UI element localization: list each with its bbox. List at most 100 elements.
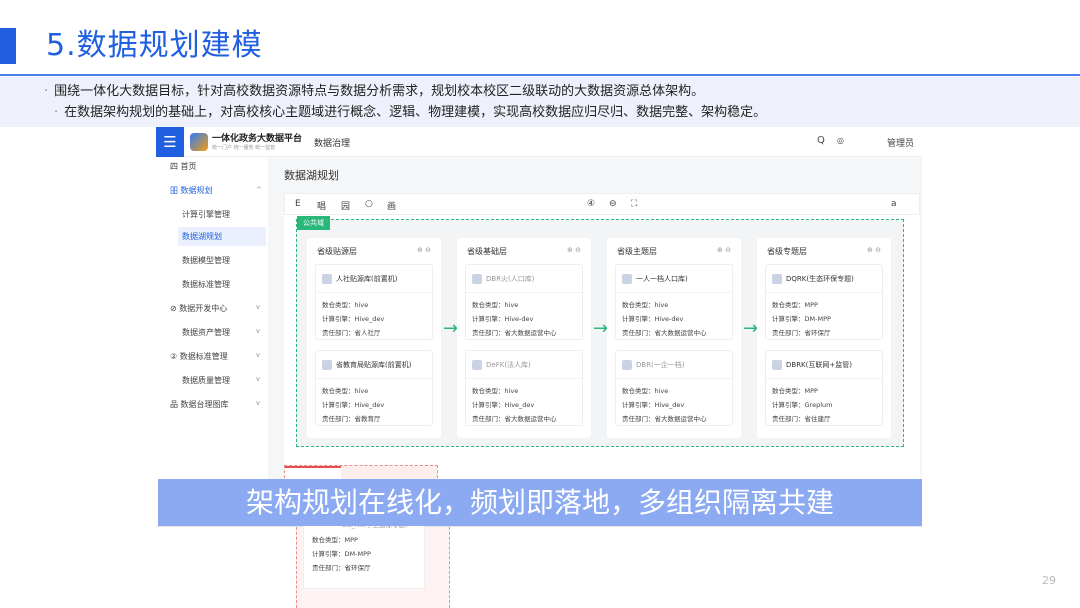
card-name: DBR(一企一档) (636, 361, 685, 369)
database-icon (472, 274, 482, 284)
zoom-out-icon[interactable]: ⊖ (609, 199, 617, 209)
sidebar-item-asset-management[interactable]: 数据资产管理 (182, 327, 230, 338)
table-card[interactable]: DB_RK(学生画像专题) 数仓类型：MPP 计算引擎：DM-MPP 责任部门：… (303, 515, 425, 589)
toolbar-tool-3-icon[interactable]: 园 (341, 199, 350, 212)
table-card[interactable]: DBRK(互联网+监管) 数仓类型：MPP 计算引擎：Greplum 责任部门：… (765, 350, 883, 426)
zoom-in-icon[interactable]: ④ (587, 199, 595, 209)
card-header: 省教育局贴源库(前置机) (316, 351, 432, 379)
card-header: DeFK(法人库) (466, 351, 582, 379)
chevron-up-icon[interactable]: ^ (256, 186, 262, 194)
card-name: 人社贴源库(前置机) (336, 275, 398, 283)
flow-arrow-icon: → (593, 318, 609, 339)
toolbar-more-icon[interactable]: a (891, 199, 897, 209)
card-type: 数仓类型：MPP (772, 387, 818, 395)
title-accent-bar (0, 28, 16, 64)
main-content: 数据湖规划 E 唱 园 ○ 画 ④ ⊖ ⛶ a 公共域 省级贴源层 ⊕ ⊖ 人社… (268, 157, 922, 526)
sidebar-item-label: 数据标准管理 (179, 352, 228, 361)
card-dept: 责任部门：省大数据运营中心 (472, 415, 557, 423)
search-icon[interactable]: Q (817, 135, 825, 146)
app-topbar: ☰ 一体化政务大数据平台 统一门户 统一服务 统一监管 数据治理 Q ◎ 管理员 (156, 127, 922, 157)
chevron-down-icon[interactable]: v (256, 375, 260, 383)
table-card[interactable]: 人社贴源库(前置机) 数仓类型：hive 计算引擎：Hive_dev 责任部门：… (315, 264, 433, 340)
toolbar-tool-4-icon[interactable]: ○ (365, 199, 373, 209)
layer-column[interactable]: 省级专题层 ⊕ ⊖ DQRK(生态环保专题) 数仓类型：MPP 计算引擎：DM-… (757, 238, 891, 438)
card-header: DBRK(互联网+监管) (766, 351, 882, 379)
sidebar-item-data-planning[interactable]: 昍 数据规划 (170, 185, 213, 196)
layer-action-icons[interactable]: ⊕ ⊖ (717, 246, 731, 254)
card-name: 省教育局贴源库(前置机) (336, 361, 412, 369)
chevron-down-icon[interactable]: v (256, 351, 260, 359)
sidebar-item-data-standard[interactable]: 数据标准管理 (182, 279, 230, 290)
card-name: DQRK(生态环保专题) (786, 275, 854, 283)
sidebar-item-data-library[interactable]: 品 数据台理图库 (170, 399, 229, 410)
layer-action-icons[interactable]: ⊕ ⊖ (417, 246, 431, 254)
canvas-toolbar: E 唱 园 ○ 画 ④ ⊖ ⛶ a (284, 193, 920, 215)
database-icon (772, 274, 782, 284)
card-header: 人社贴源库(前置机) (316, 265, 432, 293)
sidebar-item-home[interactable]: 四 首页 (170, 161, 197, 172)
toolbar-tool-5-icon[interactable]: 画 (387, 199, 396, 212)
planning-icon: 昍 (170, 186, 178, 195)
card-header: DQRK(生态环保专题) (766, 265, 882, 293)
sidebar-item-label: 数据开发中心 (179, 304, 228, 313)
bullet-item: · 围绕一体化大数据目标，针对高校数据资源特点与数据分析需求，规划校本校区二级联动… (44, 81, 1080, 102)
card-name: DBR火(人口库) (486, 275, 535, 283)
table-card[interactable]: 省教育局贴源库(前置机) 数仓类型：hive 计算引擎：Hive_dev 责任部… (315, 350, 433, 426)
layer-action-icons[interactable]: ⊕ ⊖ (567, 246, 581, 254)
toolbar-tool-1-icon[interactable]: E (295, 199, 301, 209)
brand-slogan: 统一门户 统一服务 统一监管 (212, 145, 276, 151)
group-tab[interactable] (285, 466, 341, 480)
sidebar: 四 首页 昍 数据规划 ^ 计算引擎管理 数据湖规划 数据模型管理 数据标准管理… (156, 157, 268, 526)
brand-logo-icon (190, 133, 208, 151)
chevron-down-icon[interactable]: v (256, 303, 260, 311)
sidebar-item-quality-management[interactable]: 数据质量管理 (182, 375, 230, 386)
table-card[interactable]: DBR(一企一档) 数仓类型：hive 计算引擎：Hive_dev 责任部门：省… (615, 350, 733, 426)
fit-screen-icon[interactable]: ⛶ (631, 199, 637, 209)
table-card[interactable]: DeFK(法人库) 数仓类型：hive 计算引擎：Hive_dev 责任部门：省… (465, 350, 583, 426)
table-card[interactable]: DBR火(人口库) 数仓类型：hive 计算引擎：Hive-dev 责任部门：省… (465, 264, 583, 340)
sidebar-item-compute-engine[interactable]: 计算引擎管理 (182, 209, 230, 220)
card-type: 数仓类型：hive (622, 387, 669, 395)
card-engine: 计算引擎：DM-MPP (772, 315, 831, 323)
card-dept: 责任部门：省大数据运营中心 (622, 415, 707, 423)
flow-arrow-icon: → (743, 318, 759, 339)
card-engine: 计算引擎：Greplum (772, 401, 833, 409)
layer-title: 省级专题层 (767, 247, 807, 256)
public-domain-group[interactable]: 公共域 省级贴源层 ⊕ ⊖ 人社贴源库(前置机) 数仓类型：hive 计算引擎：… (296, 216, 904, 447)
card-type: 数仓类型：MPP (312, 536, 358, 544)
page-title: 数据湖规划 (284, 169, 339, 182)
layer-title: 省级基础层 (467, 247, 507, 256)
sidebar-item-label: 数据规划 (180, 186, 213, 195)
layer-column[interactable]: 省级贴源层 ⊕ ⊖ 人社贴源库(前置机) 数仓类型：hive 计算引擎：Hive… (307, 238, 441, 438)
chevron-down-icon[interactable]: v (256, 399, 260, 407)
bullet-text: 围绕一体化大数据目标，针对高校数据资源特点与数据分析需求，规划校本校区二级联动的… (54, 84, 705, 99)
bullet-marker: · (54, 105, 59, 120)
table-card[interactable]: 一人一档人口库) 数仓类型：hive 计算引擎：Hive-dev 责任部门：省大… (615, 264, 733, 340)
slide-title: 5.数据规划建模 (46, 28, 263, 63)
sidebar-item-label: 数据台理图库 (180, 400, 229, 409)
table-card[interactable]: DQRK(生态环保专题) 数仓类型：MPP 计算引擎：DM-MPP 责任部门：省… (765, 264, 883, 340)
card-engine: 计算引擎：DM-MPP (312, 550, 371, 558)
sidebar-item-data-model[interactable]: 数据模型管理 (182, 255, 230, 266)
layer-action-icons[interactable]: ⊕ ⊖ (867, 246, 881, 254)
card-type: 数仓类型：hive (322, 301, 369, 309)
toolbar-tool-2-icon[interactable]: 唱 (317, 199, 326, 212)
sidebar-item-data-lake-planning[interactable]: 数据湖规划 (178, 227, 266, 246)
top-menu-data-governance[interactable]: 数据治理 (314, 136, 350, 149)
menu-icon[interactable]: ☰ (156, 127, 184, 157)
card-name: DeFK(法人库) (486, 361, 531, 369)
card-type: 数仓类型：MPP (772, 301, 818, 309)
chevron-down-icon[interactable]: v (256, 327, 260, 335)
sidebar-item-dev-center[interactable]: ⊘ 数据开发中心 (170, 303, 227, 314)
layer-column[interactable]: 省级基础层 ⊕ ⊖ DBR火(人口库) 数仓类型：hive 计算引擎：Hive-… (457, 238, 591, 438)
card-type: 数仓类型：hive (622, 301, 669, 309)
notification-icon[interactable]: ◎ (837, 136, 844, 145)
sidebar-item-standard-management[interactable]: ② 数据标准管理 (170, 351, 228, 362)
card-dept: 责任部门：省大数据运营中心 (472, 329, 557, 337)
user-menu[interactable]: 管理员 (887, 136, 914, 149)
card-engine: 计算引擎：Hive-dev (472, 315, 534, 323)
layer-column[interactable]: 省级主题层 ⊕ ⊖ 一人一档人口库) 数仓类型：hive 计算引擎：Hive-d… (607, 238, 741, 438)
bullet-text: 在数据架构规划的基础上，对高校核心主题域进行概念、逻辑、物理建模，实现高校数据应… (64, 105, 767, 120)
group-label: 公共域 (297, 216, 330, 230)
card-header: DBR(一企一档) (616, 351, 732, 379)
